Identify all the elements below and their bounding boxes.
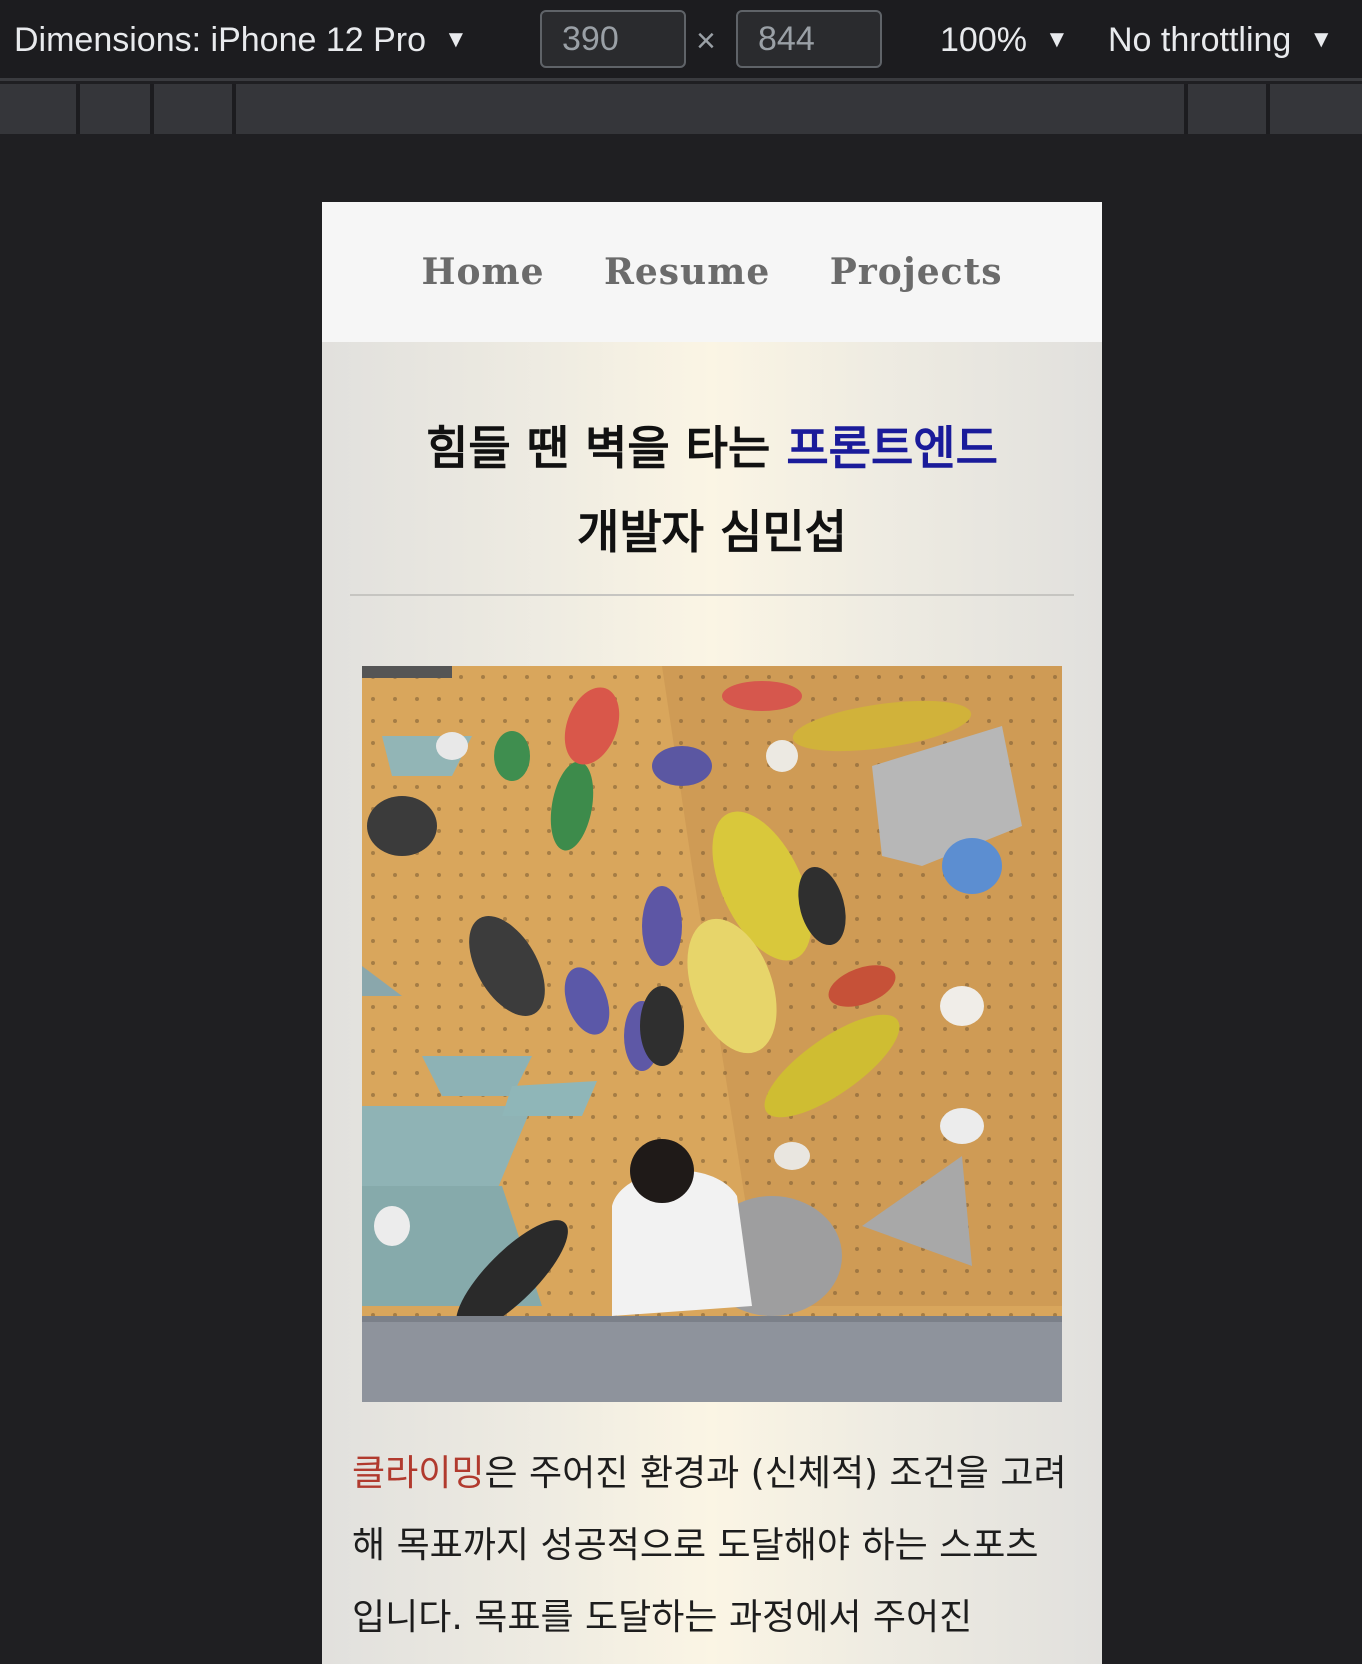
nav-home-link[interactable]: Home	[421, 251, 544, 293]
throttling-value: No throttling	[1108, 21, 1292, 59]
headline-name: 개발자 심민섭	[577, 505, 847, 559]
chevron-down-icon: ▼	[444, 26, 468, 53]
climbing-wall-photo	[362, 666, 1062, 1402]
width-input[interactable]: 390	[540, 10, 686, 68]
height-input[interactable]: 844	[736, 10, 882, 68]
chevron-down-icon: ▼	[1309, 26, 1334, 53]
chevron-down-icon: ▼	[1044, 26, 1069, 53]
zoom-value: 100%	[940, 21, 1027, 59]
top-nav: Home Resume Projects	[322, 202, 1102, 342]
media-query-segment[interactable]	[154, 84, 236, 134]
media-query-segment[interactable]	[80, 84, 154, 134]
headline-text: 힘들 땐 벽을 타는	[426, 421, 787, 475]
hero-section: 힘들 땐 벽을 타는 프론트엔드 개발자 심민섭 클라이밍은 주어진 환경과 (…	[322, 342, 1102, 1664]
intro-highlight: 클라이밍	[352, 1453, 485, 1494]
nav-resume-link[interactable]: Resume	[604, 251, 770, 293]
media-query-segment[interactable]	[0, 84, 80, 134]
media-query-segment[interactable]	[236, 84, 1188, 134]
zoom-selector[interactable]: 100% ▼	[940, 18, 1069, 62]
media-query-segment[interactable]	[1270, 84, 1362, 134]
devtools-device-toolbar: Dimensions: iPhone 12 Pro ▼ 390 × 844 10…	[0, 0, 1362, 81]
headline-accent: 프론트엔드	[786, 421, 998, 475]
device-viewport: Home Resume Projects 힘들 땐 벽을 타는 프론트엔드 개발…	[322, 202, 1102, 1664]
media-query-segment[interactable]	[1188, 84, 1270, 134]
device-dimensions-label: Dimensions: iPhone 12 Pro	[14, 21, 427, 59]
times-icon: ×	[696, 22, 716, 60]
throttling-selector[interactable]: No throttling ▼	[1108, 18, 1333, 62]
page-title: 힘들 땐 벽을 타는 프론트엔드 개발자 심민섭	[322, 342, 1102, 574]
divider	[350, 594, 1074, 596]
media-query-bar	[0, 84, 1362, 134]
device-selector[interactable]: Dimensions: iPhone 12 Pro ▼	[14, 18, 468, 62]
nav-projects-link[interactable]: Projects	[830, 251, 1003, 293]
intro-paragraph: 클라이밍은 주어진 환경과 (신체적) 조건을 고려해 목표까지 성공적으로 도…	[352, 1438, 1074, 1654]
